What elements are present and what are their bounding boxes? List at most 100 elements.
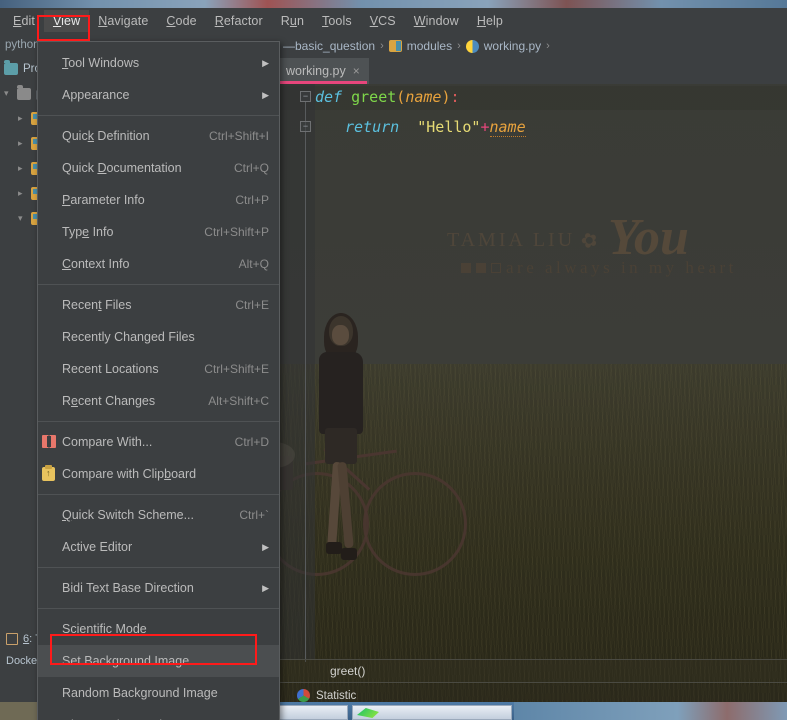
menu-item-context-info[interactable]: Context Info Alt+Q bbox=[38, 248, 279, 280]
breadcrumb[interactable]: —basic_question › modules › working.py › bbox=[275, 34, 787, 58]
menu-item-appearance[interactable]: Appearance ▶ bbox=[38, 79, 279, 111]
pycharm-window: pythonProject Project ▾ p ▸ ▸ ▸ bbox=[0, 8, 787, 720]
code-line-2[interactable]: return "Hello"+name bbox=[345, 118, 526, 137]
menu-view[interactable]: View bbox=[43, 10, 90, 32]
menu-item-shortcut: Ctrl+Shift+I bbox=[208, 129, 269, 143]
menu-item-shortcut: Ctrl+Q bbox=[233, 161, 269, 175]
chevron-right-icon: ▶ bbox=[262, 582, 269, 593]
menu-item-recent-files[interactable]: Recent Files Ctrl+E bbox=[38, 289, 279, 321]
menu-separator bbox=[38, 608, 279, 609]
python-file-icon bbox=[465, 39, 479, 53]
menu-item-shortcut: Ctrl+Shift+E bbox=[204, 362, 269, 376]
editor-area: TAMIA LIU ✿ You are always in my heart —… bbox=[275, 34, 787, 720]
folder-icon bbox=[17, 84, 31, 100]
menu-item-recent-locations[interactable]: Recent Locations Ctrl+Shift+E bbox=[38, 353, 279, 385]
keyword-return: return bbox=[345, 118, 400, 136]
menu-tools[interactable]: Tools bbox=[313, 10, 361, 32]
menu-separator bbox=[38, 115, 279, 116]
close-icon[interactable]: × bbox=[353, 64, 360, 78]
string-literal: "Hello" bbox=[417, 118, 481, 136]
menu-separator bbox=[38, 494, 279, 495]
breadcrumb-separator: › bbox=[380, 40, 384, 52]
breadcrumb-item-basic-question[interactable]: —basic_question bbox=[283, 39, 375, 53]
function-name: greet bbox=[351, 88, 397, 106]
menu-item-active-editor[interactable]: Active Editor ▶ bbox=[38, 531, 279, 563]
app-icon bbox=[357, 708, 379, 718]
chevron-right-icon[interactable]: ▸ bbox=[18, 163, 31, 174]
menu-edit[interactable]: Edit bbox=[4, 10, 44, 32]
chevron-right-icon[interactable]: ▸ bbox=[18, 138, 31, 149]
screen: pythonProject Project ▾ p ▸ ▸ ▸ bbox=[0, 0, 787, 720]
menu-item-type-info[interactable]: Type Info Ctrl+Shift+P bbox=[38, 216, 279, 248]
fold-toggle-icon[interactable]: − bbox=[300, 91, 311, 102]
colon: : bbox=[450, 88, 460, 106]
menu-item-parameter-info[interactable]: Parameter Info Ctrl+P bbox=[38, 184, 279, 216]
menu-run[interactable]: Run bbox=[272, 10, 313, 32]
indent-guide bbox=[305, 102, 306, 662]
menu-item-recent-changes[interactable]: Recent Changes Alt+Shift+C bbox=[38, 385, 279, 417]
menu-item-shortcut: Alt+Shift+C bbox=[208, 394, 269, 408]
menu-item-label: Bidi Text Base Direction bbox=[62, 581, 194, 595]
folder-icon bbox=[4, 59, 18, 75]
menu-item-bidi-text-base-direction[interactable]: Bidi Text Base Direction ▶ bbox=[38, 572, 279, 604]
menu-navigate[interactable]: Navigate bbox=[89, 10, 157, 32]
chevron-right-icon[interactable]: ▸ bbox=[18, 188, 31, 199]
menu-item-scientific-mode[interactable]: Scientific Mode bbox=[38, 613, 279, 645]
menu-item-tool-windows[interactable]: Tool Windows ▶ bbox=[38, 47, 279, 79]
todo-icon bbox=[6, 633, 18, 645]
editor-tab-bar: working.py × bbox=[275, 58, 787, 84]
menu-item-random-background-image[interactable]: Random Background Image bbox=[38, 677, 279, 709]
editor-gutter[interactable]: − − bbox=[275, 84, 315, 662]
taskbar-item-1[interactable] bbox=[278, 705, 348, 720]
menu-item-clear-background-image[interactable]: Clear Background Image bbox=[38, 709, 279, 720]
chevron-down-icon[interactable]: ▾ bbox=[18, 213, 31, 224]
chevron-down-icon[interactable]: ▾ bbox=[4, 88, 17, 99]
structure-item-greet[interactable]: greet() bbox=[330, 664, 365, 678]
menu-item-quick-definition[interactable]: Quick Definition Ctrl+Shift+I bbox=[38, 120, 279, 152]
plus-operator: + bbox=[480, 118, 490, 136]
menu-window[interactable]: Window bbox=[405, 10, 468, 32]
view-dropdown-menu[interactable]: Tool Windows ▶ Appearance ▶ Quick Defini… bbox=[37, 41, 280, 720]
menu-item-quick-documentation[interactable]: Quick Documentation Ctrl+Q bbox=[38, 152, 279, 184]
code-line-1[interactable]: def greet(name): bbox=[315, 88, 460, 106]
paren-open: ( bbox=[396, 88, 406, 106]
menu-item-compare-with-clipboard[interactable]: Compare with Clipboard bbox=[38, 458, 279, 490]
tab-label: working.py bbox=[286, 64, 346, 78]
menu-separator bbox=[38, 421, 279, 422]
menu-refactor[interactable]: Refactor bbox=[206, 10, 272, 32]
chevron-right-icon[interactable]: ▸ bbox=[18, 113, 31, 124]
structure-strip[interactable]: greet() bbox=[275, 659, 787, 683]
menu-item-set-background-image[interactable]: Set Background Image bbox=[38, 645, 279, 677]
breadcrumb-item-modules[interactable]: modules bbox=[407, 39, 452, 53]
taskbar-right-fill bbox=[514, 702, 787, 720]
breadcrumb-item-working-py[interactable]: working.py bbox=[484, 39, 541, 53]
menu-bar[interactable]: Edit View Navigate Code Refactor Run Too… bbox=[0, 8, 787, 34]
menu-code[interactable]: Code bbox=[157, 10, 205, 32]
menu-separator bbox=[38, 284, 279, 285]
statistic-label: Statistic bbox=[316, 689, 357, 702]
menu-item-shortcut: Ctrl+P bbox=[235, 193, 269, 207]
breadcrumb-separator: › bbox=[546, 40, 550, 52]
menu-item-label: Active Editor bbox=[62, 540, 133, 554]
menu-item-recently-changed-files[interactable]: Recently Changed Files bbox=[38, 321, 279, 353]
menu-separator bbox=[38, 567, 279, 568]
menu-item-label: Appearance bbox=[62, 88, 130, 102]
menu-item-label: Scientific Mode bbox=[62, 622, 147, 636]
code-editor[interactable]: − − def greet(name): return "Hello"+name bbox=[275, 84, 787, 662]
fold-toggle-icon[interactable]: − bbox=[300, 121, 311, 132]
clipboard-icon bbox=[42, 465, 56, 481]
menu-item-label: Compare With... bbox=[62, 435, 153, 449]
menu-help[interactable]: Help bbox=[468, 10, 512, 32]
menu-item-label: Set Background Image bbox=[62, 654, 190, 668]
menu-item-compare-with[interactable]: Compare With... Ctrl+D bbox=[38, 426, 279, 458]
parameter-name: name bbox=[405, 88, 442, 106]
menu-item-quick-switch-scheme[interactable]: Quick Switch Scheme... Ctrl+` bbox=[38, 499, 279, 531]
menu-item-label: Random Background Image bbox=[62, 686, 218, 700]
keyword-def: def bbox=[315, 88, 343, 106]
menu-item-shortcut: Ctrl+Shift+P bbox=[204, 225, 269, 239]
menu-item-label: Recent Locations bbox=[62, 362, 159, 376]
menu-item-label: Recently Changed Files bbox=[62, 330, 195, 344]
breadcrumb-separator: › bbox=[457, 40, 461, 52]
menu-vcs[interactable]: VCS bbox=[361, 10, 405, 32]
taskbar-item-2[interactable] bbox=[352, 705, 512, 720]
